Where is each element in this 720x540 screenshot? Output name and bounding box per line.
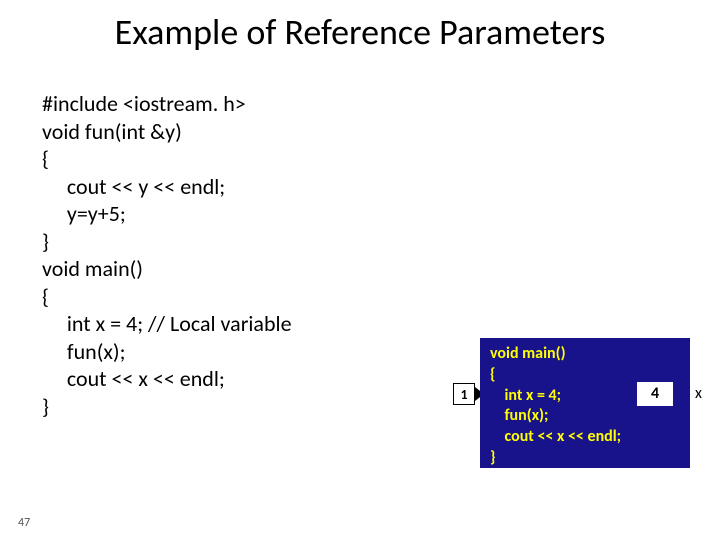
diagram-code: void main() { int x = 4; fun(x); cout <<…: [490, 344, 621, 469]
code-block-main: #include <iostream. h> void fun(int &y) …: [42, 90, 292, 420]
variable-value-box: 4: [637, 382, 673, 406]
step-indicator: 1: [453, 383, 475, 405]
slide-title: Example of Reference Parameters: [0, 10, 720, 54]
slide-number: 47: [18, 516, 30, 530]
memory-diagram: void main() { int x = 4; fun(x); cout <<…: [480, 338, 690, 468]
variable-label: x: [695, 384, 702, 403]
